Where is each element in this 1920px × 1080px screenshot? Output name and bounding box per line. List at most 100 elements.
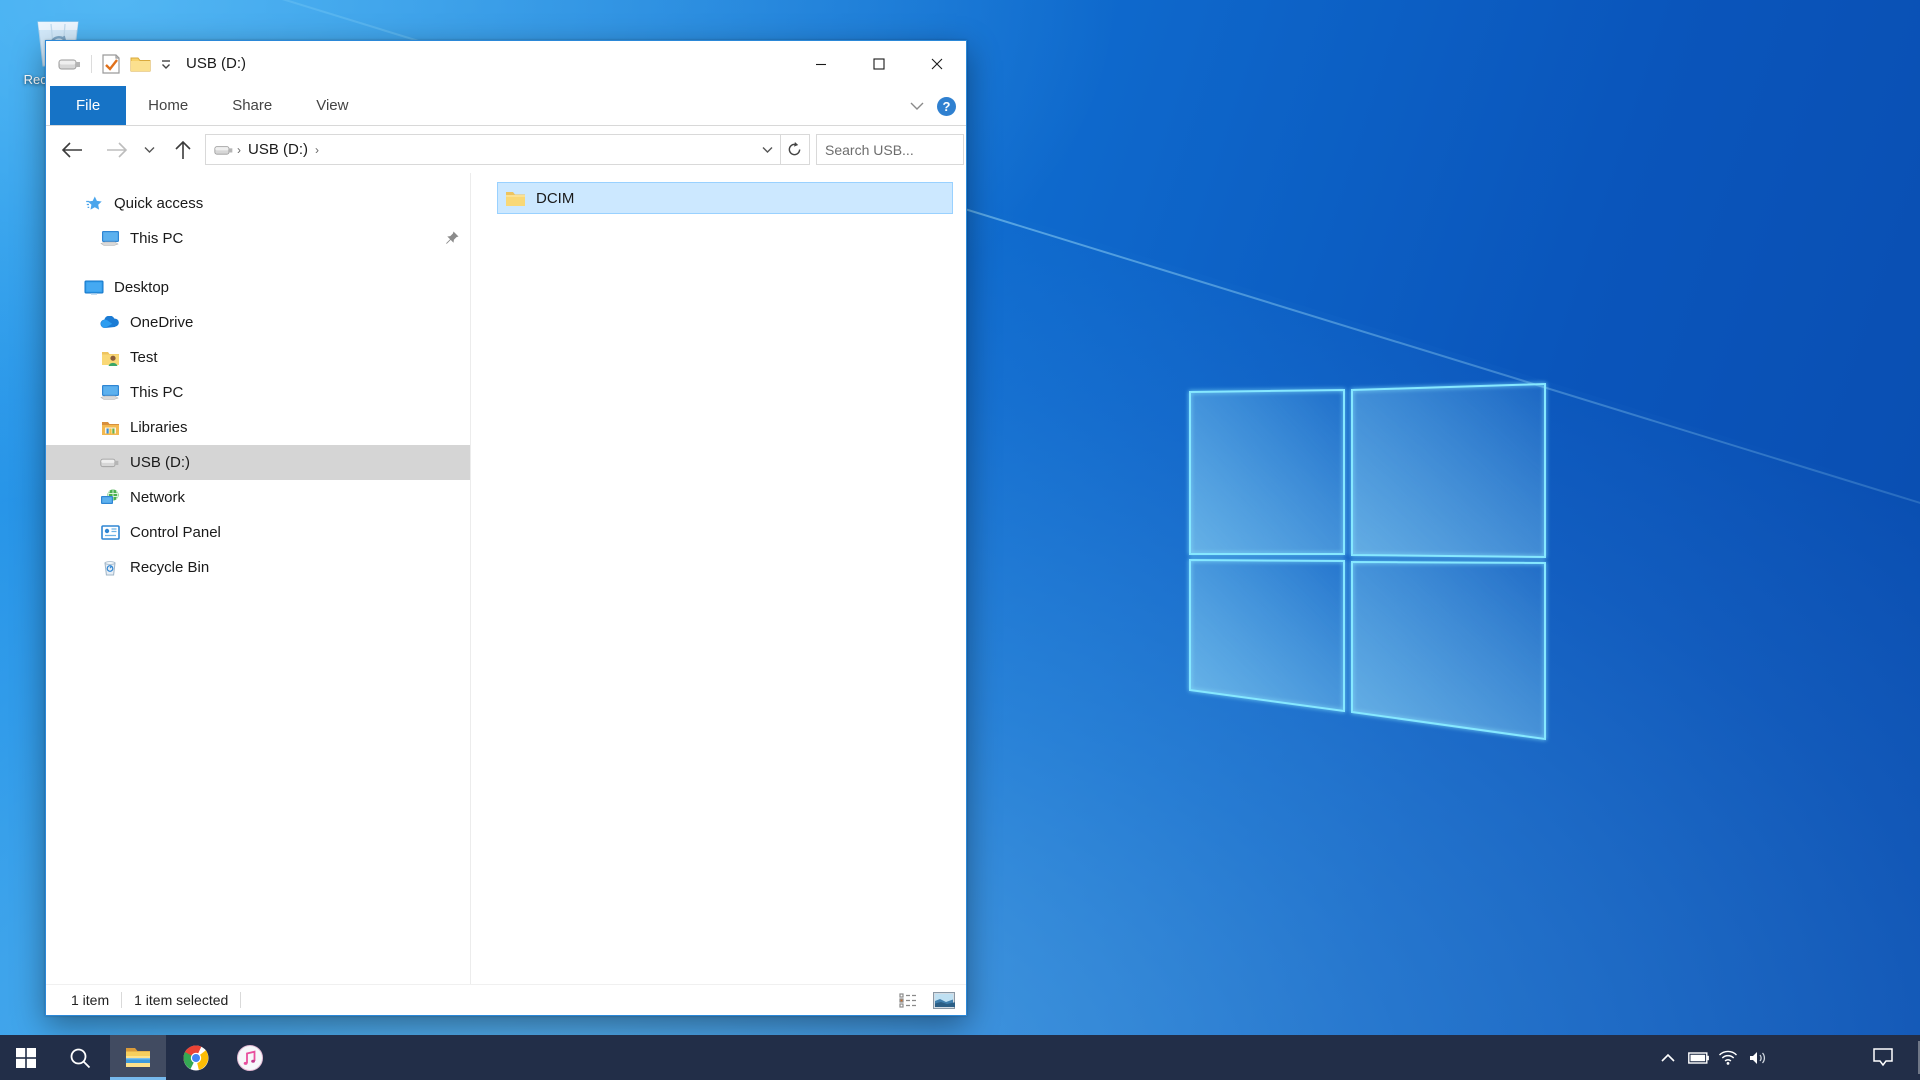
forward-button[interactable] bbox=[102, 135, 132, 165]
wifi-icon bbox=[1718, 1050, 1738, 1065]
close-button[interactable] bbox=[908, 41, 966, 86]
file-explorer-window: USB (D:) File Home Share View bbox=[45, 40, 967, 1016]
action-center-icon bbox=[1873, 1048, 1893, 1067]
sidebar-item-libraries[interactable]: Libraries bbox=[46, 410, 470, 445]
address-bar[interactable]: › USB (D:) › bbox=[205, 134, 781, 165]
sidebar-item-this-pc[interactable]: This PC bbox=[46, 375, 470, 410]
caption-buttons bbox=[792, 41, 966, 86]
file-item-label: DCIM bbox=[536, 190, 574, 207]
sidebar-item-control-panel[interactable]: Control Panel bbox=[46, 515, 470, 550]
breadcrumb-chevron-icon: › bbox=[237, 143, 241, 157]
divider bbox=[240, 992, 241, 1008]
divider bbox=[91, 55, 92, 73]
network-icon bbox=[100, 489, 120, 506]
onedrive-cloud-icon bbox=[100, 316, 120, 329]
file-list[interactable]: DCIM bbox=[471, 173, 966, 984]
libraries-folder-icon bbox=[100, 420, 120, 436]
address-dropdown-button[interactable] bbox=[754, 135, 780, 164]
sidebar-item-label: OneDrive bbox=[130, 314, 193, 331]
network-tray-icon[interactable] bbox=[1713, 1035, 1743, 1080]
sidebar-item-network[interactable]: Network bbox=[46, 480, 470, 515]
refresh-button[interactable] bbox=[780, 134, 810, 165]
volume-icon bbox=[1749, 1051, 1767, 1065]
sidebar-item-label: Network bbox=[130, 489, 185, 506]
taskbar-chrome-button[interactable] bbox=[172, 1035, 220, 1080]
pin-icon bbox=[445, 230, 460, 245]
sidebar-item-test[interactable]: Test bbox=[46, 340, 470, 375]
taskbar bbox=[0, 1035, 1920, 1080]
sidebar-item-label: Test bbox=[130, 349, 158, 366]
quick-access-star-icon bbox=[84, 195, 104, 213]
sidebar-item-usb-drive[interactable]: USB (D:) bbox=[46, 445, 470, 480]
desktop-icon bbox=[84, 280, 104, 296]
usb-drive-icon bbox=[100, 456, 120, 469]
usb-drive-icon bbox=[214, 144, 234, 156]
taskbar-search-button[interactable] bbox=[56, 1035, 104, 1080]
sidebar-item-recycle-bin[interactable]: Recycle Bin bbox=[46, 550, 470, 585]
large-icons-view-button[interactable] bbox=[933, 990, 955, 1010]
navigation-bar: › USB (D:) › bbox=[46, 126, 966, 173]
window-title: USB (D:) bbox=[186, 55, 246, 72]
search-icon bbox=[69, 1047, 91, 1069]
recycle-bin-icon bbox=[100, 559, 120, 576]
qat-dropdown-icon[interactable] bbox=[160, 58, 172, 70]
sidebar-item-label: Libraries bbox=[130, 419, 188, 436]
details-view-button[interactable] bbox=[897, 990, 919, 1010]
windows-logo-glass bbox=[1150, 350, 1580, 770]
recent-locations-button[interactable] bbox=[137, 135, 161, 165]
tab-file[interactable]: File bbox=[50, 86, 126, 125]
taskbar-file-explorer-button[interactable] bbox=[110, 1035, 166, 1080]
volume-tray-icon[interactable] bbox=[1743, 1035, 1773, 1080]
status-item-count: 1 item bbox=[71, 992, 109, 1008]
music-note-icon bbox=[237, 1045, 263, 1071]
start-button[interactable] bbox=[2, 1035, 50, 1080]
sidebar-item-label: USB (D:) bbox=[130, 454, 190, 471]
sidebar-item-desktop[interactable]: Desktop bbox=[46, 270, 470, 305]
search-box[interactable] bbox=[816, 134, 964, 165]
sidebar-item-this-pc-pinned[interactable]: This PC bbox=[46, 221, 470, 256]
breadcrumb-chevron-icon[interactable]: › bbox=[315, 143, 319, 157]
new-folder-icon[interactable] bbox=[130, 55, 151, 72]
battery-tray-icon[interactable] bbox=[1683, 1035, 1713, 1080]
desktop: Recycle Bin bbox=[0, 0, 1920, 1080]
taskbar-itunes-button[interactable] bbox=[226, 1035, 274, 1080]
user-folder-icon bbox=[100, 350, 120, 366]
tab-view[interactable]: View bbox=[294, 86, 370, 125]
maximize-button[interactable] bbox=[850, 41, 908, 86]
tab-share[interactable]: Share bbox=[210, 86, 294, 125]
hidden-icons-button[interactable] bbox=[1653, 1035, 1683, 1080]
action-center-button[interactable] bbox=[1858, 1035, 1908, 1080]
monitor-icon bbox=[100, 230, 120, 247]
control-panel-icon bbox=[100, 525, 120, 540]
back-button[interactable] bbox=[57, 135, 87, 165]
sidebar-item-label: This PC bbox=[130, 384, 183, 401]
view-toggles bbox=[897, 990, 955, 1010]
help-button[interactable]: ? bbox=[937, 97, 956, 116]
ribbon-tab-bar: File Home Share View bbox=[46, 86, 966, 126]
status-bar: 1 item 1 item selected bbox=[46, 984, 966, 1015]
search-input[interactable] bbox=[817, 142, 1010, 158]
tab-home[interactable]: Home bbox=[126, 86, 210, 125]
monitor-icon bbox=[100, 384, 120, 401]
ribbon-right-controls: ? bbox=[909, 86, 956, 126]
file-explorer-icon bbox=[125, 1047, 151, 1068]
system-tray bbox=[1653, 1035, 1773, 1080]
breadcrumb-item[interactable]: USB (D:) bbox=[248, 141, 308, 158]
sidebar-item-label: Quick access bbox=[114, 195, 203, 212]
file-item-dcim[interactable]: DCIM bbox=[497, 182, 953, 214]
sidebar-item-label: This PC bbox=[130, 230, 183, 247]
minimize-button[interactable] bbox=[792, 41, 850, 86]
window-body: Quick access This PC bbox=[46, 173, 966, 984]
sidebar-group-gap bbox=[46, 256, 470, 270]
chrome-icon bbox=[183, 1045, 209, 1071]
usb-drive-icon bbox=[58, 57, 82, 71]
properties-check-icon[interactable] bbox=[101, 53, 121, 75]
sidebar-item-quick-access[interactable]: Quick access bbox=[46, 186, 470, 221]
ribbon-expand-chevron-icon[interactable] bbox=[909, 101, 925, 111]
sidebar-item-onedrive[interactable]: OneDrive bbox=[46, 305, 470, 340]
up-button[interactable] bbox=[168, 135, 198, 165]
sidebar-item-label: Desktop bbox=[114, 279, 169, 296]
title-bar[interactable]: USB (D:) bbox=[46, 41, 966, 86]
help-label: ? bbox=[943, 99, 951, 114]
refresh-icon bbox=[787, 142, 802, 157]
